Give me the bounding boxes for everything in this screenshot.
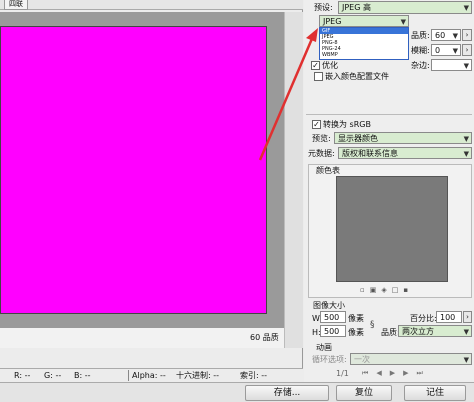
annotation-arrow-head	[306, 28, 318, 42]
annotation-arrow-line	[258, 33, 316, 161]
annotation-arrow	[258, 28, 318, 161]
